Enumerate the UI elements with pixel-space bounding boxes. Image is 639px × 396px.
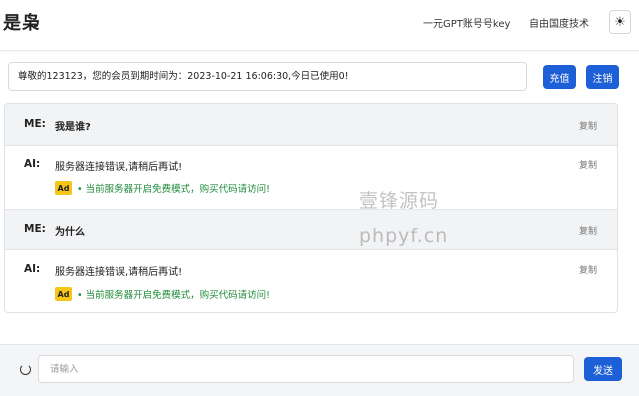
top-header: 是枭 一元GPT账号号key 自由国度技术 ☀ <box>0 0 639 51</box>
message-role: ME: <box>24 118 46 130</box>
message-text: 服务器连接错误,请稍后再试! <box>55 162 183 173</box>
chat-input-bar: 发送 <box>0 344 639 396</box>
site-logo[interactable]: 是枭 <box>3 9 41 35</box>
copy-button[interactable]: 复制 <box>579 119 597 132</box>
chat-message-ai: AI: 服务器连接错误,请稍后再试! 复制 Ad • 当前服务器开启免费模式，购… <box>5 250 617 312</box>
chat-message-user: ME: 为什么 复制 <box>5 210 617 249</box>
ad-badge: Ad <box>55 181 72 195</box>
message-role: ME: <box>24 223 46 235</box>
message-role: AI: <box>24 263 41 275</box>
chat-history: ME: 我是谁? 复制 AI: 服务器连接错误,请稍后再试! 复制 Ad • 当… <box>4 103 618 313</box>
loading-spinner-icon <box>20 364 31 375</box>
nav-link-gpt-account[interactable]: 一元GPT账号号key <box>423 15 510 30</box>
chat-message-ai: AI: 服务器连接错误,请稍后再试! 复制 Ad • 当前服务器开启免费模式，购… <box>5 146 617 209</box>
ad-link[interactable]: • 当前服务器开启免费模式，购买代码请访问! <box>77 287 270 301</box>
copy-button[interactable]: 复制 <box>579 263 597 276</box>
ad-row: Ad • 当前服务器开启免费模式，购买代码请访问! <box>55 181 270 195</box>
ad-row: Ad • 当前服务器开启免费模式，购买代码请访问! <box>55 287 270 301</box>
chat-message-user: ME: 我是谁? 复制 <box>5 104 617 145</box>
ad-link[interactable]: • 当前服务器开启免费模式，购买代码请访问! <box>77 181 270 195</box>
message-text: 服务器连接错误,请稍后再试! <box>55 267 183 278</box>
membership-status: 尊敬的123123，您的会员到期时间为：2023-10-21 16:06:30,… <box>8 62 527 91</box>
sun-icon: ☀ <box>614 14 626 30</box>
copy-button[interactable]: 复制 <box>579 158 597 171</box>
watermark-text: 壹锋源码 <box>359 190 440 212</box>
chat-input[interactable] <box>38 355 574 383</box>
message-text: 为什么 <box>55 227 85 238</box>
watermark-url: phpyf.cn <box>359 225 449 247</box>
logout-button[interactable]: 注销 <box>586 65 619 89</box>
ad-badge: Ad <box>55 287 72 301</box>
nav-link-free-tech[interactable]: 自由国度技术 <box>529 15 589 30</box>
copy-button[interactable]: 复制 <box>579 224 597 237</box>
message-role: AI: <box>24 158 41 170</box>
recharge-button[interactable]: 充值 <box>543 65 576 89</box>
send-button[interactable]: 发送 <box>584 357 622 381</box>
message-text: 我是谁? <box>55 122 91 133</box>
theme-toggle-button[interactable]: ☀ <box>609 10 631 34</box>
